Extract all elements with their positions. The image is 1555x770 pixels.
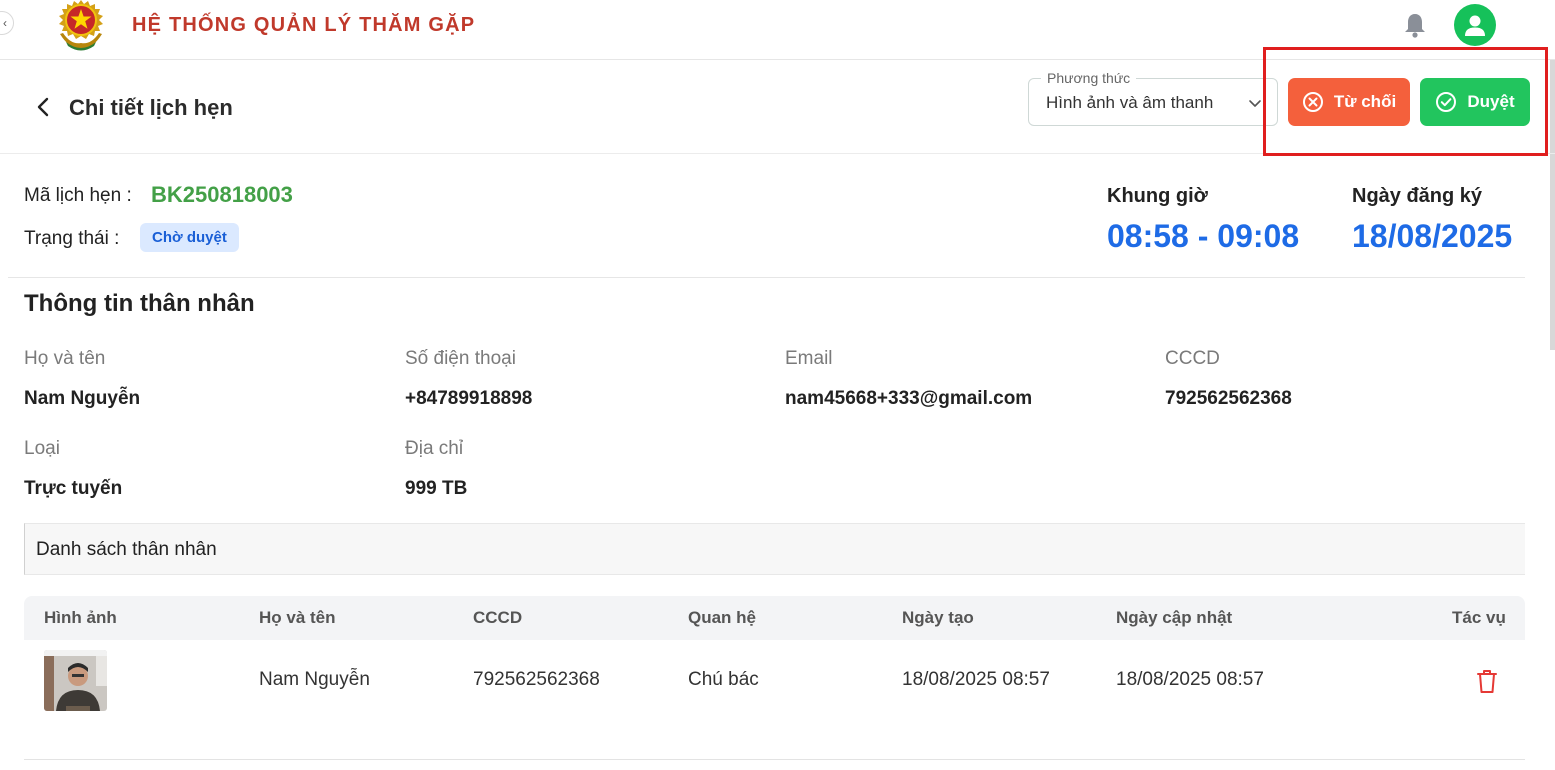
relatives-list-header: Danh sách thân nhân bbox=[24, 523, 1525, 575]
chevron-down-icon bbox=[1249, 100, 1261, 107]
registration-date-label: Ngày đăng ký bbox=[1352, 185, 1483, 207]
table-row: Nam Nguyễn 792562562368 Chú bác 18/08/20… bbox=[24, 640, 1525, 720]
phone-label: Số điện thoại bbox=[405, 348, 516, 369]
name-value: Nam Nguyễn bbox=[24, 388, 141, 409]
reject-button[interactable]: Từ chối bbox=[1288, 78, 1410, 126]
appointment-code: BK250818003 bbox=[151, 182, 293, 207]
address-value: 999 TB bbox=[405, 478, 468, 499]
app-title: HỆ THỐNG QUẢN LÝ THĂM GẶP bbox=[132, 14, 476, 36]
relative-created: 18/08/2025 08:57 bbox=[902, 669, 1050, 690]
type-label: Loại bbox=[24, 438, 60, 459]
time-slot-label: Khung giờ bbox=[1107, 185, 1208, 207]
table-bottom-divider bbox=[24, 759, 1525, 760]
approve-button[interactable]: Duyệt bbox=[1420, 78, 1530, 126]
column-header-updated: Ngày cập nhật bbox=[1116, 608, 1233, 627]
address-label: Địa chỉ bbox=[405, 438, 464, 459]
trash-icon[interactable] bbox=[1475, 668, 1499, 694]
close-circle-icon bbox=[1302, 92, 1323, 112]
type-value: Trực tuyến bbox=[24, 478, 123, 499]
column-header-created: Ngày tạo bbox=[902, 608, 974, 627]
relatives-list-title: Danh sách thân nhân bbox=[36, 539, 217, 560]
relative-info-title: Thông tin thân nhân bbox=[24, 290, 255, 317]
column-header-actions: Tác vụ bbox=[1452, 608, 1506, 627]
column-header-photo: Hình ảnh bbox=[44, 608, 117, 627]
id-label: CCCD bbox=[1165, 348, 1220, 369]
email-label: Email bbox=[785, 348, 833, 369]
relative-updated: 18/08/2025 08:57 bbox=[1116, 669, 1264, 690]
relatives-table: Hình ảnh Họ và tên CCCD Quan hệ Ngày tạo… bbox=[24, 596, 1525, 720]
bell-icon[interactable] bbox=[1400, 10, 1430, 40]
user-icon bbox=[1465, 15, 1485, 36]
approve-button-label: Duyệt bbox=[1467, 92, 1515, 111]
relative-relation: Chú bác bbox=[688, 669, 759, 690]
email-value: nam45668+333@gmail.com bbox=[785, 388, 1033, 409]
relative-id: 792562562368 bbox=[473, 669, 600, 690]
status-label: Trạng thái : bbox=[24, 228, 120, 249]
id-value: 792562562368 bbox=[1165, 388, 1292, 409]
relative-photo[interactable] bbox=[44, 650, 107, 711]
page-header: Chi tiết lịch hẹn Phương thức Hình ảnh v… bbox=[0, 62, 1555, 154]
appointment-code-label: Mã lịch hẹn : bbox=[24, 185, 132, 206]
method-select[interactable]: Phương thức Hình ảnh và âm thanh bbox=[1028, 70, 1278, 126]
back-arrow-icon[interactable] bbox=[32, 95, 56, 119]
column-header-name: Họ và tên bbox=[259, 608, 336, 627]
registration-date-value: 18/08/2025 bbox=[1352, 218, 1513, 254]
police-emblem-logo bbox=[59, 0, 103, 51]
table-header: Hình ảnh Họ và tên CCCD Quan hệ Ngày tạo… bbox=[24, 596, 1525, 640]
column-header-id: CCCD bbox=[473, 608, 523, 627]
column-header-relation: Quan hệ bbox=[688, 608, 757, 627]
phone-value: +84789918898 bbox=[405, 388, 533, 409]
user-avatar-button[interactable] bbox=[1454, 4, 1496, 46]
reject-button-label: Từ chối bbox=[1333, 92, 1397, 111]
relative-name: Nam Nguyễn bbox=[259, 669, 370, 690]
check-circle-icon bbox=[1436, 92, 1457, 112]
name-label: Họ và tên bbox=[24, 348, 106, 369]
status-badge: Chờ duyệt bbox=[140, 223, 239, 252]
top-bar: ‹ HỆ THỐNG QUẢN LÝ THĂM GẶP bbox=[0, 0, 1555, 60]
method-value: Hình ảnh và âm thanh bbox=[1046, 93, 1214, 112]
time-slot-value: 08:58 - 09:08 bbox=[1107, 218, 1300, 254]
divider bbox=[8, 277, 1525, 278]
page-title: Chi tiết lịch hẹn bbox=[69, 95, 233, 120]
chevron-left-icon[interactable]: ‹ bbox=[0, 11, 14, 35]
method-label: Phương thức bbox=[1041, 70, 1137, 86]
